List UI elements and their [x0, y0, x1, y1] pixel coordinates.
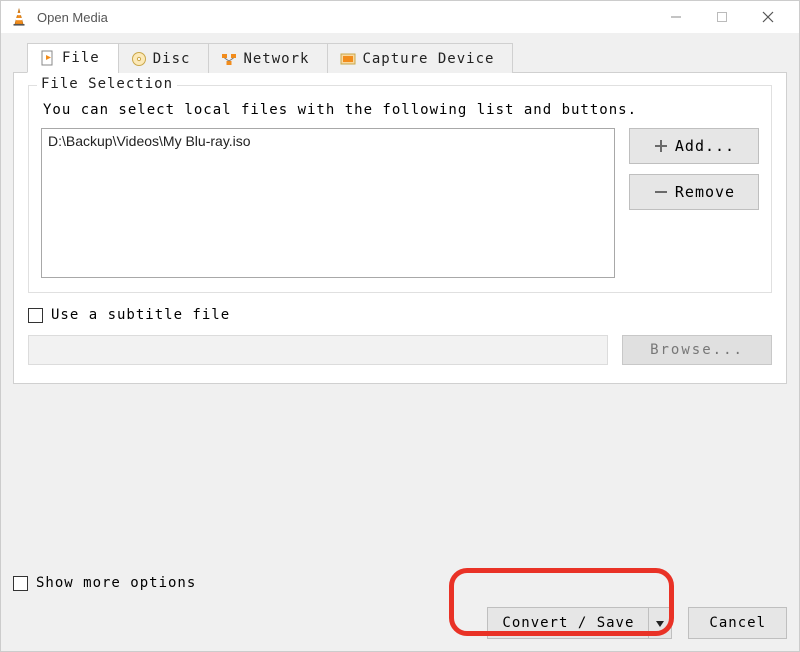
tab-network[interactable]: Network	[208, 43, 328, 73]
tab-label: File	[62, 50, 100, 66]
remove-button[interactable]: Remove	[629, 174, 759, 210]
close-button[interactable]	[745, 1, 791, 33]
more-options-label: Show more options	[36, 575, 196, 591]
subtitle-checkbox[interactable]	[28, 308, 43, 323]
cancel-button-label: Cancel	[709, 615, 766, 631]
tab-disc[interactable]: Disc	[118, 43, 210, 73]
network-icon	[221, 51, 237, 67]
tab-capture[interactable]: Capture Device	[327, 43, 513, 73]
remove-button-label: Remove	[675, 183, 735, 201]
subtitle-path-input	[28, 335, 608, 365]
convert-save-button[interactable]: Convert / Save	[487, 607, 672, 639]
chevron-down-icon	[656, 615, 664, 631]
cancel-button[interactable]: Cancel	[688, 607, 787, 639]
window-title: Open Media	[37, 10, 108, 25]
bottom-bar: Show more options Convert / Save Cancel	[13, 575, 787, 639]
subtitle-checkbox-label: Use a subtitle file	[51, 307, 230, 323]
dialog-body: File Disc Network Capture Device File Se…	[1, 33, 799, 384]
tab-panel: File Selection You can select local file…	[13, 72, 787, 384]
capture-icon	[340, 51, 356, 67]
browse-button: Browse...	[622, 335, 772, 365]
more-options-checkbox[interactable]	[13, 576, 28, 591]
minus-icon	[653, 184, 669, 200]
file-selection-legend: File Selection	[37, 76, 177, 92]
tab-file[interactable]: File	[27, 43, 119, 73]
tab-label: Network	[243, 51, 309, 67]
minimize-button[interactable]	[653, 1, 699, 33]
browse-button-label: Browse...	[650, 342, 744, 358]
tab-bar: File Disc Network Capture Device	[27, 43, 787, 73]
convert-save-dropdown[interactable]	[649, 608, 671, 638]
disc-icon	[131, 51, 147, 67]
add-button[interactable]: Add...	[629, 128, 759, 164]
plus-icon	[653, 138, 669, 154]
tab-label: Capture Device	[362, 51, 494, 67]
subtitle-section: Use a subtitle file Browse...	[28, 307, 772, 365]
maximize-button[interactable]	[699, 1, 745, 33]
file-list[interactable]: D:\Backup\Videos\My Blu-ray.iso	[41, 128, 615, 278]
convert-save-label[interactable]: Convert / Save	[488, 608, 649, 638]
tab-label: Disc	[153, 51, 191, 67]
file-selection-group: File Selection You can select local file…	[28, 85, 772, 293]
file-icon	[40, 50, 56, 66]
vlc-icon	[9, 7, 29, 27]
add-button-label: Add...	[675, 137, 735, 155]
window-controls	[653, 1, 791, 33]
file-selection-hint: You can select local files with the foll…	[43, 102, 759, 118]
file-list-item[interactable]: D:\Backup\Videos\My Blu-ray.iso	[48, 133, 608, 149]
titlebar: Open Media	[1, 1, 799, 33]
open-media-window: Open Media File Disc Network Capture Dev	[0, 0, 800, 652]
